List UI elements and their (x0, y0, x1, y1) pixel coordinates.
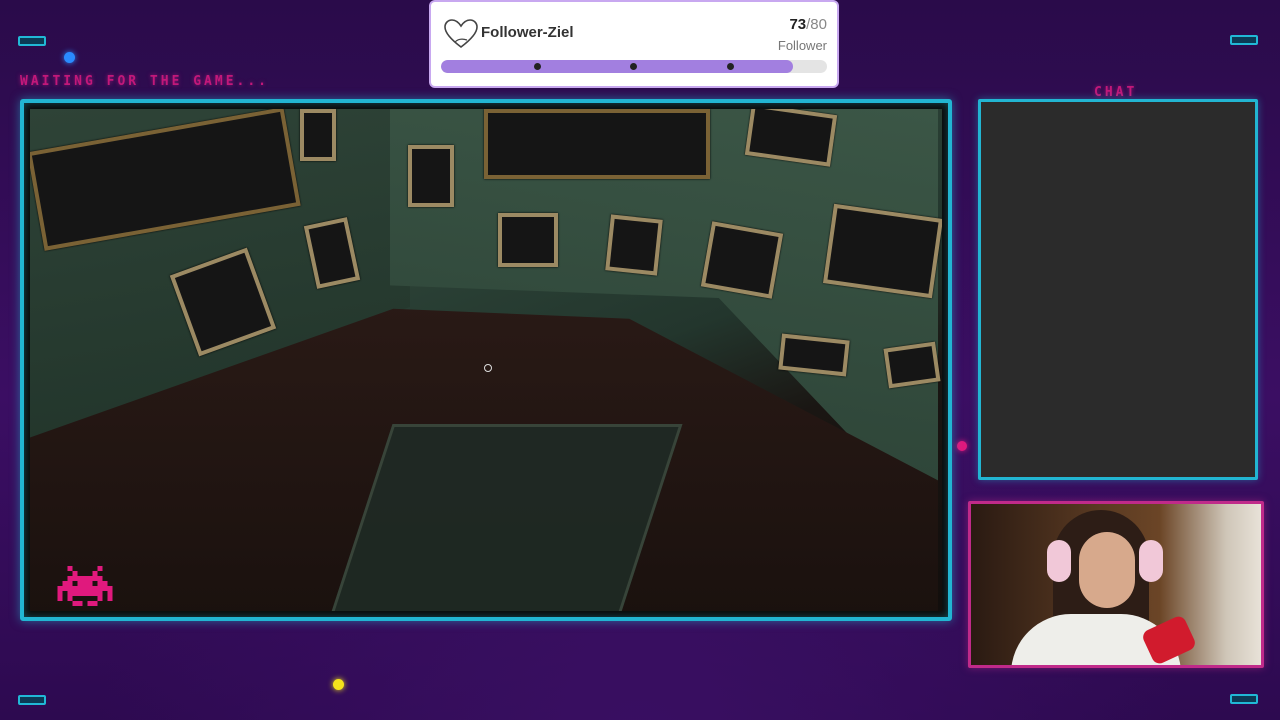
glow-dot-yellow (333, 679, 344, 690)
heart-icon (444, 19, 478, 49)
game-painting (484, 109, 710, 179)
game-painting (300, 109, 336, 161)
goal-progress-fill (441, 60, 794, 73)
headphone-icon (1047, 540, 1071, 582)
corner-tab-bottom-right (1230, 694, 1258, 704)
follower-goal-widget: Follower-Ziel 73/80 Follower (431, 2, 837, 86)
goal-tick (727, 63, 734, 70)
game-painting (605, 214, 663, 276)
chat-panel (978, 99, 1258, 480)
game-painting (498, 213, 558, 267)
game-painting (700, 221, 784, 299)
game-view (30, 109, 942, 611)
headphone-icon (1139, 540, 1163, 582)
game-painting (822, 203, 942, 299)
chat-title: CHAT (1094, 85, 1138, 100)
crosshair-icon (484, 364, 492, 372)
space-invader-icon (57, 566, 113, 606)
goal-tick (630, 63, 637, 70)
webcam-person-face (1079, 532, 1135, 608)
goal-unit: Follower (777, 38, 827, 53)
glow-dot-blue (64, 52, 75, 63)
game-painting (778, 333, 850, 377)
game-capture-frame (20, 99, 952, 621)
waiting-for-game-text: WAITING FOR THE GAME... (20, 74, 270, 89)
corner-tab-top-right (1230, 35, 1258, 45)
corner-tab-top-left (18, 36, 46, 46)
webcam-frame (968, 501, 1264, 668)
goal-target: /80 (806, 16, 827, 33)
goal-tick (534, 63, 541, 70)
game-painting (408, 145, 454, 207)
glow-dot-pink (957, 441, 967, 451)
goal-progress-bar (441, 60, 827, 73)
game-painting (883, 341, 941, 389)
goal-current: 73 (789, 16, 807, 33)
corner-tab-bottom-left (18, 695, 46, 705)
goal-count: 73/80 (789, 16, 827, 33)
goal-title: Follower-Ziel (481, 24, 574, 41)
